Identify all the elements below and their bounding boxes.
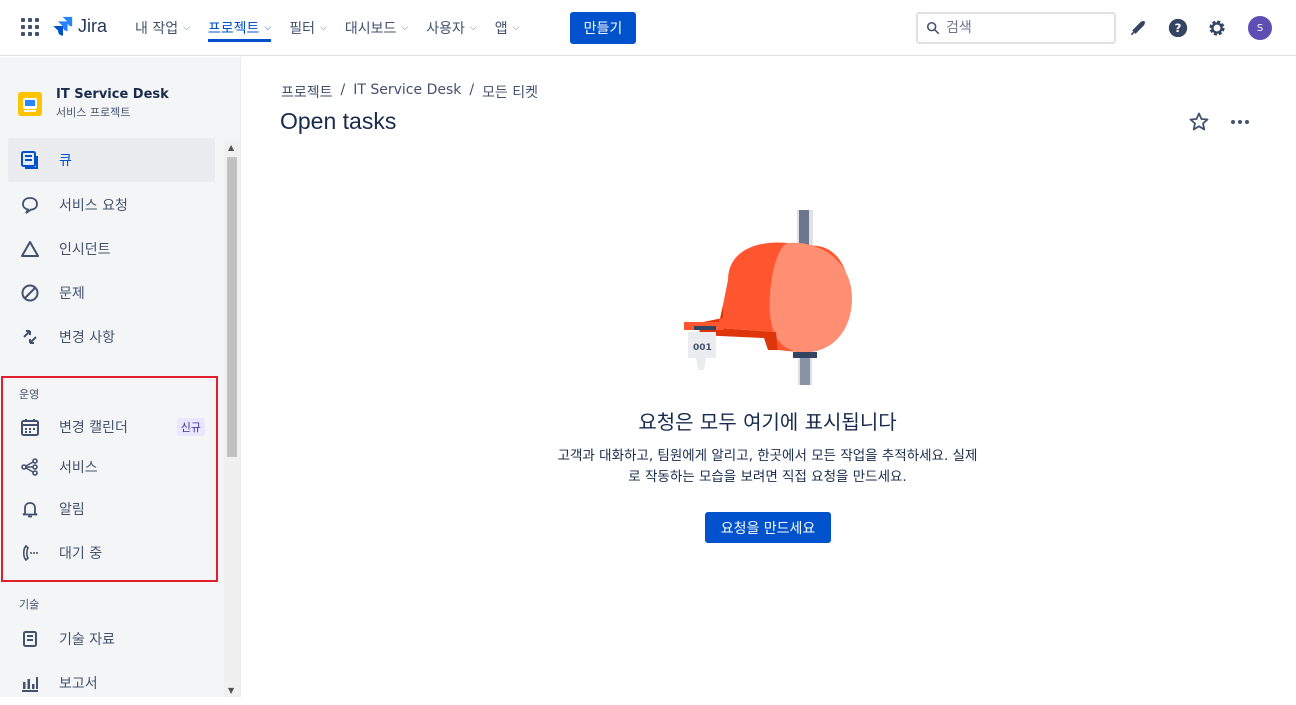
nav-items: 내 작업 ⌵ 프로젝트 ⌵ 필터 ⌵ 대시보드 ⌵ 사용자 ⌵ 앱 ⌵ (126, 0, 528, 56)
empty-state-illustration: 001 (684, 210, 853, 385)
sidebar-item-incidents[interactable]: 인시던트 (8, 227, 215, 271)
sidebar-item-on-call[interactable]: 대기 중 (8, 531, 215, 575)
sidebar-item-label: 서비스 (59, 460, 98, 476)
sidebar-item-label: 기술 자료 (59, 632, 115, 648)
sidebar-item-label: 문제 (59, 286, 85, 302)
top-navigation: Jira 내 작업⌵ 프로젝트⌵ 필터⌵ 대시보드⌵ 사용자⌵ 앱⌵ 만들기 ? (0, 0, 1296, 56)
nav-my-work[interactable]: 내 작업 ⌵ (126, 0, 199, 56)
chevron-down-icon: ⌵ (401, 23, 409, 33)
sidebar-item-label: 대기 중 (59, 546, 103, 562)
change-arrows-icon (23, 330, 37, 344)
search-box[interactable] (916, 12, 1116, 44)
scroll-down-arrow-icon[interactable]: ▼ (228, 686, 234, 695)
sidebar-item-label: 큐 (59, 153, 72, 169)
bar-chart-icon (22, 677, 38, 692)
section-knowledge: 기술 (19, 598, 40, 611)
nav-label: 필터 (289, 21, 316, 37)
sidebar-item-knowledge-base[interactable]: 기술 자료 (8, 617, 215, 661)
on-call-icon (22, 544, 38, 562)
search-icon (926, 21, 940, 35)
speech-bubble-icon (22, 197, 38, 214)
nav-projects[interactable]: 프로젝트 ⌵ (199, 0, 280, 56)
breadcrumb-separator: / (340, 82, 346, 98)
project-name: IT Service Desk (56, 87, 169, 102)
nav-filters[interactable]: 필터 ⌵ (280, 0, 336, 56)
star-icon[interactable] (1187, 110, 1211, 134)
question-mark-icon: ? (1168, 18, 1188, 38)
sidebar-item-label: 서비스 요청 (59, 198, 128, 214)
svg-text:?: ? (1175, 21, 1182, 35)
breadcrumb-projects[interactable]: 프로젝트 (281, 82, 333, 102)
book-icon (23, 631, 37, 647)
sidebar-scrollbar[interactable]: ▲ ▼ (224, 139, 240, 697)
more-options-icon[interactable] (1228, 110, 1252, 134)
sidebar-item-label: 보고서 (59, 676, 98, 692)
project-type: 서비스 프로젝트 (56, 106, 131, 119)
sidebar-item-reports[interactable]: 보고서 (8, 661, 215, 705)
queue-icon (21, 151, 38, 169)
sidebar-item-alerts[interactable]: 알림 (8, 487, 215, 531)
scroll-thumb[interactable] (227, 157, 237, 457)
empty-state-description-line: 로 작동하는 모습을 보려면 직접 요청을 만드세요. (628, 469, 907, 485)
nav-people[interactable]: 사용자 ⌵ (417, 0, 485, 56)
notifications-icon[interactable] (1126, 16, 1150, 40)
sidebar-item-service-requests[interactable]: 서비스 요청 (8, 183, 215, 227)
services-icon (21, 458, 38, 476)
sidebar-item-queues[interactable]: 큐 (8, 138, 215, 182)
sidebar-item-label: 변경 캘린더 (59, 420, 128, 436)
prohibited-icon (21, 284, 39, 302)
nav-dashboards[interactable]: 대시보드 ⌵ (336, 0, 417, 56)
nav-label: 프로젝트 (207, 21, 260, 37)
chevron-down-icon: ⌵ (320, 23, 327, 33)
empty-state-description-line: 고객과 대화하고, 팀원에게 알리고, 한곳에서 모든 작업을 추적하세요. 실… (557, 448, 978, 464)
breadcrumb-project[interactable]: IT Service Desk (353, 82, 461, 102)
chevron-down-icon: ⌵ (183, 23, 190, 33)
new-badge: 신규 (176, 418, 205, 436)
breadcrumb-all-tickets[interactable]: 모든 티켓 (482, 82, 538, 102)
nav-label: 내 작업 (135, 21, 179, 37)
sidebar-item-change-calendar[interactable]: 변경 캘린더 신규 (8, 405, 215, 449)
triangle-warning-icon (21, 241, 39, 257)
create-request-button[interactable]: 요청을 만드세요 (705, 512, 831, 543)
ticket-number: 001 (693, 343, 712, 353)
logo-text: Jira (78, 15, 108, 36)
nav-label: 대시보드 (344, 21, 397, 37)
avatar[interactable]: S (1248, 16, 1272, 40)
rocket-notification-icon (1130, 21, 1145, 36)
search-input[interactable] (946, 20, 1096, 36)
breadcrumb: 프로젝트 / IT Service Desk / 모든 티켓 (281, 82, 538, 102)
sidebar-item-problems[interactable]: 문제 (8, 271, 215, 315)
settings-icon[interactable] (1205, 16, 1229, 40)
project-avatar-icon (18, 91, 42, 116)
scroll-up-arrow-icon[interactable]: ▲ (228, 143, 234, 152)
jira-logo[interactable]: Jira (52, 15, 107, 37)
app-switcher-icon[interactable] (20, 17, 40, 37)
calendar-icon (21, 419, 39, 436)
create-button[interactable]: 만들기 (570, 12, 636, 44)
bell-icon (22, 502, 38, 518)
sidebar: IT Service Desk 서비스 프로젝트 큐 서비스 요청 인시던트 문… (0, 57, 241, 697)
nav-label: 앱 (494, 21, 508, 37)
sidebar-item-label: 알림 (59, 502, 85, 518)
page-title: Open tasks (280, 108, 397, 134)
gear-icon (1209, 20, 1225, 36)
jira-logo-icon (53, 16, 73, 36)
nav-label: 사용자 (426, 21, 465, 37)
empty-state-title: 요청은 모두 여기에 표시됩니다 (638, 410, 897, 434)
breadcrumb-separator: / (469, 82, 475, 98)
section-operations: 운영 (19, 388, 40, 401)
chevron-down-icon: ⌵ (469, 23, 477, 33)
chevron-down-icon: ⌵ (512, 23, 520, 33)
chevron-down-icon: ⌵ (264, 23, 272, 33)
help-icon[interactable]: ? (1166, 16, 1190, 40)
sidebar-item-label: 인시던트 (59, 242, 111, 258)
sidebar-item-label: 변경 사항 (59, 330, 115, 346)
sidebar-item-services[interactable]: 서비스 (8, 445, 215, 489)
empty-state-description: 고객과 대화하고, 팀원에게 알리고, 한곳에서 모든 작업을 추적하세요. 실… (535, 446, 1000, 488)
sidebar-item-changes[interactable]: 변경 사항 (8, 315, 215, 359)
project-header[interactable]: IT Service Desk 서비스 프로젝트 (18, 87, 169, 120)
nav-apps[interactable]: 앱 ⌵ (486, 0, 529, 56)
